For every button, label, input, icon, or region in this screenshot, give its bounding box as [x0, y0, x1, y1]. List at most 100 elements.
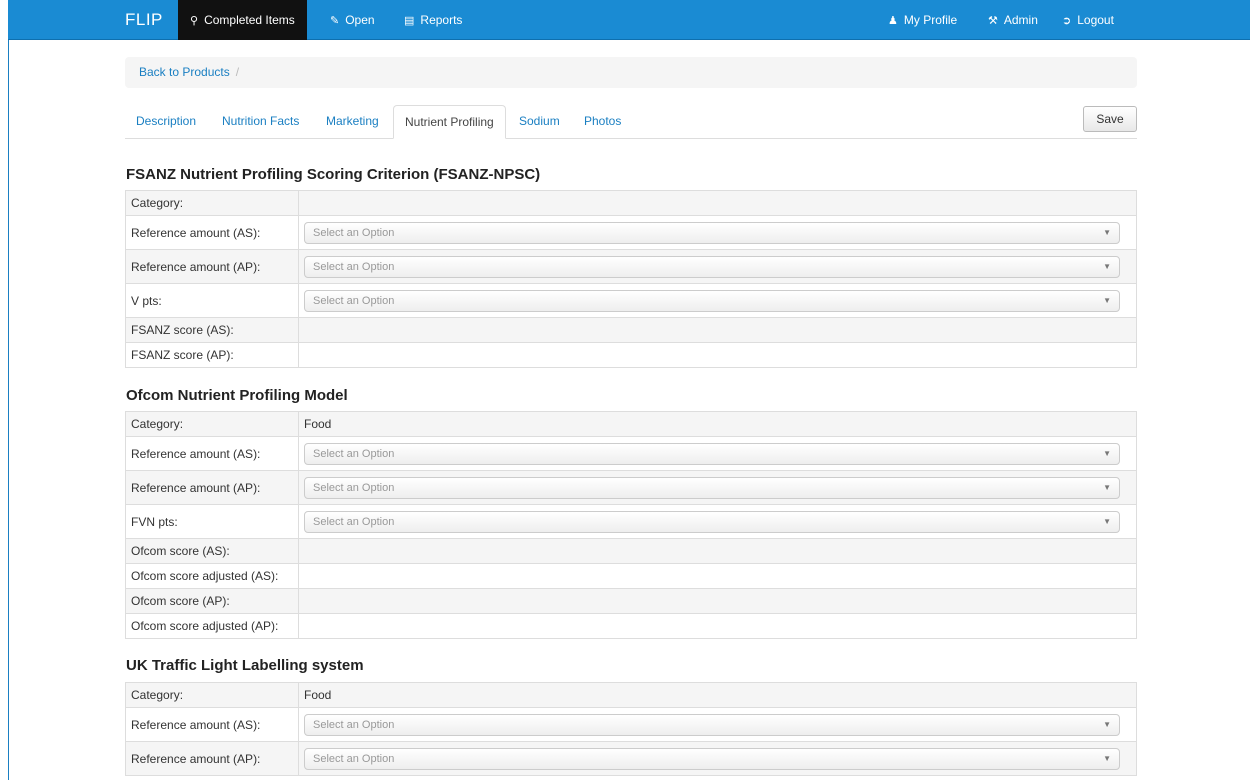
reference-amount-ap-select[interactable]: Select an Option ▼ — [304, 477, 1120, 499]
save-button[interactable]: Save — [1083, 106, 1137, 132]
reference-amount-as-select[interactable]: Select an Option ▼ — [304, 222, 1120, 244]
row-label: V pts: — [125, 283, 299, 318]
row-value — [298, 588, 1137, 614]
row-value: Food — [298, 682, 1137, 708]
tab-description[interactable]: Description — [125, 105, 207, 138]
tab-marketing[interactable]: Marketing — [315, 105, 390, 138]
nav-logout[interactable]: ➲ Logout — [1050, 0, 1126, 40]
table-row: Category: Food — [125, 411, 1137, 437]
nav-admin[interactable]: ⚒ Admin — [976, 0, 1050, 40]
table-row: Category: — [125, 190, 1137, 216]
table-row: FSANZ score (AP): — [125, 342, 1137, 368]
chevron-down-icon: ▼ — [1103, 228, 1111, 237]
table-row: Reference amount (AP): Select an Option ▼ — [125, 741, 1137, 776]
row-label: Category: — [125, 682, 299, 708]
table-row: FVN pts: Select an Option ▼ — [125, 504, 1137, 539]
table-row: V pts: Select an Option ▼ — [125, 283, 1137, 318]
chevron-down-icon: ▼ — [1103, 720, 1111, 729]
logout-icon: ➲ — [1062, 15, 1072, 27]
table-row: Ofcom score (AP): — [125, 588, 1137, 614]
back-to-products-link[interactable]: Back to Products — [139, 65, 230, 79]
breadcrumb: Back to Products / — [125, 57, 1137, 88]
row-value — [298, 342, 1137, 368]
edit-icon: ✎ — [330, 15, 340, 27]
nav-logout-label: Logout — [1077, 13, 1114, 27]
tab-nutrient-profiling[interactable]: Nutrient Profiling — [393, 105, 506, 139]
row-label: Category: — [125, 411, 299, 437]
nav-reports-label: Reports — [420, 13, 463, 27]
tab-bar: Description Nutrition Facts Marketing Nu… — [125, 105, 1137, 139]
row-label: Reference amount (AP): — [125, 249, 299, 284]
nav-completed-items[interactable]: ⚲ Completed Items — [178, 0, 307, 40]
row-label: FVN pts: — [125, 504, 299, 539]
nav-completed-items-label: Completed Items — [204, 13, 295, 27]
brand-logo[interactable]: FLIP — [125, 10, 163, 30]
wrench-icon: ⚒ — [988, 15, 998, 27]
v-pts-select[interactable]: Select an Option ▼ — [304, 290, 1120, 312]
breadcrumb-separator: / — [235, 65, 240, 79]
page-left-border — [8, 40, 9, 780]
row-value — [298, 190, 1137, 216]
uk-traffic-light-table: Category: Food Reference amount (AS): Se… — [125, 682, 1137, 776]
row-label: Category: — [125, 190, 299, 216]
row-value — [298, 317, 1137, 343]
row-label: Ofcom score (AP): — [125, 588, 299, 614]
table-row: Reference amount (AS): Select an Option ▼ — [125, 707, 1137, 742]
table-row: Ofcom score adjusted (AP): — [125, 613, 1137, 639]
section-title-uk-traffic-light: UK Traffic Light Labelling system — [126, 657, 364, 674]
nav-my-profile-label: My Profile — [903, 13, 958, 27]
row-value — [298, 563, 1137, 589]
select-value: Select an Option — [313, 516, 395, 528]
chevron-down-icon: ▼ — [1103, 262, 1111, 271]
reference-amount-ap-select[interactable]: Select an Option ▼ — [304, 748, 1120, 770]
section-title-fsanz: FSANZ Nutrient Profiling Scoring Criteri… — [126, 166, 541, 183]
top-navbar: FLIP ⚲ Completed Items ✎ Open ▤ Reports ♟ My… — [8, 0, 1250, 40]
nav-open-label: Open — [345, 13, 375, 27]
select-value: Select an Option — [313, 261, 395, 273]
reference-amount-as-select[interactable]: Select an Option ▼ — [304, 443, 1120, 465]
row-value — [298, 613, 1137, 639]
table-row: Reference amount (AP): Select an Option ▼ — [125, 470, 1137, 505]
fsanz-table: Category: Reference amount (AS): Select … — [125, 190, 1137, 368]
reference-amount-ap-select[interactable]: Select an Option ▼ — [304, 256, 1120, 278]
select-value: Select an Option — [313, 227, 395, 239]
search-icon: ⚲ — [190, 15, 199, 27]
row-value: Food — [298, 411, 1137, 437]
reference-amount-as-select[interactable]: Select an Option ▼ — [304, 714, 1120, 736]
row-label: Ofcom score adjusted (AS): — [125, 563, 299, 589]
table-row: Category: Food — [125, 682, 1137, 708]
row-label: Reference amount (AS): — [125, 436, 299, 471]
chevron-down-icon: ▼ — [1103, 517, 1111, 526]
chevron-down-icon: ▼ — [1103, 449, 1111, 458]
row-label: FSANZ score (AP): — [125, 342, 299, 368]
ofcom-table: Category: Food Reference amount (AS): Se… — [125, 411, 1137, 639]
nav-open[interactable]: ✎ Open — [318, 0, 387, 40]
row-label: Reference amount (AP): — [125, 470, 299, 505]
fvn-pts-select[interactable]: Select an Option ▼ — [304, 511, 1120, 533]
select-value: Select an Option — [313, 753, 395, 765]
table-row: Reference amount (AS): Select an Option ▼ — [125, 436, 1137, 471]
table-row: Reference amount (AS): Select an Option ▼ — [125, 215, 1137, 250]
report-icon: ▤ — [404, 15, 415, 27]
nav-reports[interactable]: ▤ Reports — [392, 0, 474, 40]
row-value — [298, 538, 1137, 564]
table-row: Reference amount (AP): Select an Option ▼ — [125, 249, 1137, 284]
section-title-ofcom: Ofcom Nutrient Profiling Model — [126, 387, 348, 404]
chevron-down-icon: ▼ — [1103, 483, 1111, 492]
tab-sodium[interactable]: Sodium — [508, 105, 571, 138]
select-value: Select an Option — [313, 448, 395, 460]
row-label: FSANZ score (AS): — [125, 317, 299, 343]
select-value: Select an Option — [313, 295, 395, 307]
nav-my-profile[interactable]: ♟ My Profile — [876, 0, 969, 40]
table-row: Ofcom score adjusted (AS): — [125, 563, 1137, 589]
tab-nutrition-facts[interactable]: Nutrition Facts — [211, 105, 310, 138]
row-label: Reference amount (AS): — [125, 707, 299, 742]
row-label: Reference amount (AS): — [125, 215, 299, 250]
row-label: Ofcom score adjusted (AP): — [125, 613, 299, 639]
user-icon: ♟ — [888, 15, 898, 27]
table-row: FSANZ score (AS): — [125, 317, 1137, 343]
row-label: Ofcom score (AS): — [125, 538, 299, 564]
chevron-down-icon: ▼ — [1103, 754, 1111, 763]
table-row: Ofcom score (AS): — [125, 538, 1137, 564]
tab-photos[interactable]: Photos — [573, 105, 632, 138]
